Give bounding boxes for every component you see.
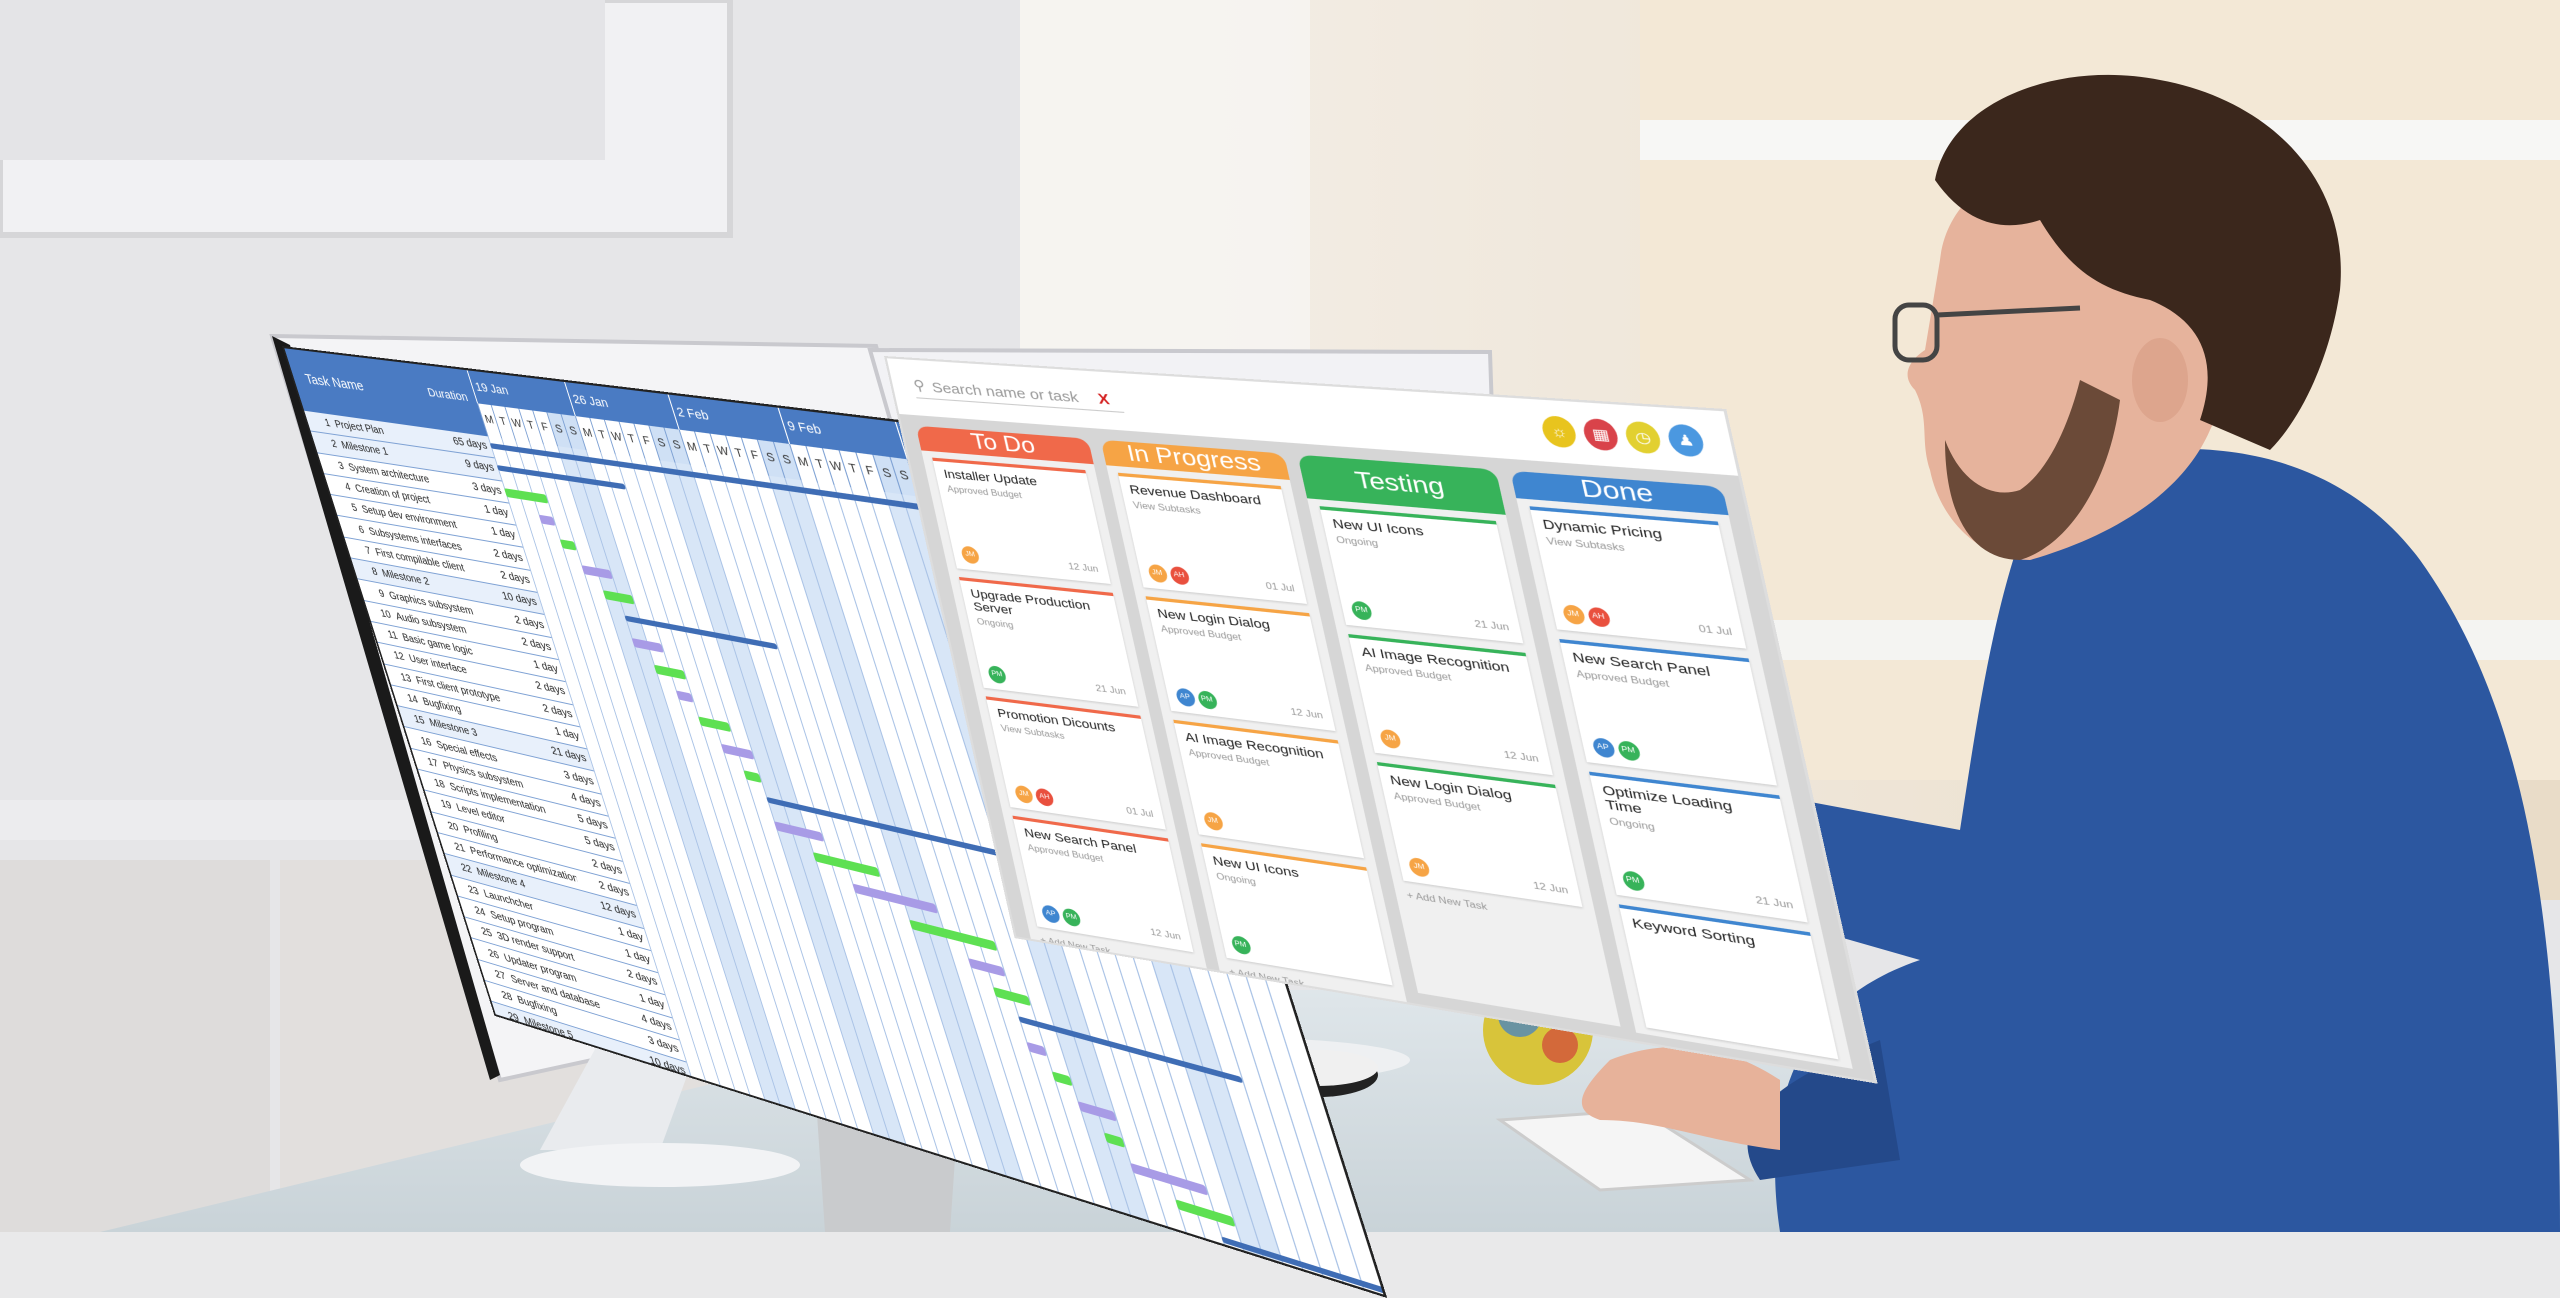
- card-date: 12 Jun: [1503, 749, 1540, 764]
- card-title: Keyword Sorting: [1631, 917, 1805, 957]
- card-date: 01 Jul: [1125, 806, 1154, 820]
- task-number: 1: [306, 415, 332, 430]
- task-card[interactable]: New Search Panel Approved Budget AP PM 12…: [1012, 816, 1192, 953]
- card-date: 21 Jun: [1095, 683, 1127, 697]
- clear-search-button[interactable]: X: [1096, 390, 1111, 407]
- task-number: 6: [339, 521, 366, 537]
- task-card[interactable]: New Login Dialog Approved Budget AP PM 12…: [1145, 596, 1336, 731]
- task-number: 16: [406, 732, 433, 749]
- task-number: 10: [366, 605, 393, 621]
- search-icon: ⚲: [912, 377, 927, 395]
- task-number: 7: [346, 542, 373, 558]
- task-number: 21: [440, 837, 467, 855]
- task-card[interactable]: Optimize Loading Time Ongoing PM 21 Jun: [1588, 772, 1807, 923]
- avatar[interactable]: PM: [1061, 907, 1082, 927]
- duration-header: Duration: [426, 386, 470, 404]
- task-number: 14: [393, 690, 420, 707]
- avatar[interactable]: JM: [1202, 811, 1224, 831]
- avatar[interactable]: PM: [987, 665, 1008, 684]
- calendar-icon[interactable]: ▦: [1581, 418, 1621, 452]
- task-number: 19: [426, 795, 453, 813]
- avatar[interactable]: AH: [1168, 566, 1190, 586]
- card-date: 21 Jun: [1473, 619, 1510, 633]
- avatar[interactable]: JM: [960, 546, 981, 565]
- avatar[interactable]: PM: [1196, 690, 1218, 710]
- task-card[interactable]: Dynamic Pricing View Subtasks JM AH 01 Ju…: [1529, 506, 1746, 648]
- avatar[interactable]: JM: [1014, 785, 1035, 805]
- lightbulb-icon[interactable]: ☼: [1539, 415, 1579, 449]
- card-date: 01 Jul: [1265, 581, 1296, 594]
- avatar[interactable]: AP: [1174, 687, 1196, 707]
- avatar[interactable]: PM: [1616, 740, 1641, 762]
- card-date: 12 Jun: [1532, 880, 1569, 896]
- avatar[interactable]: PM: [1620, 870, 1645, 892]
- user-icon[interactable]: ♟: [1665, 423, 1706, 457]
- clock-icon[interactable]: ◷: [1623, 421, 1664, 455]
- task-card[interactable]: New UI Icons Ongoing PM 21 Jun: [1320, 506, 1523, 643]
- task-number: 4: [326, 478, 352, 493]
- task-number: 5: [332, 500, 359, 515]
- task-number: 2: [312, 436, 338, 451]
- search-input[interactable]: ⚲ Search name or task X: [912, 377, 1125, 413]
- task-card[interactable]: Keyword Sorting: [1618, 904, 1838, 1059]
- task-number: 23: [453, 880, 480, 898]
- avatar[interactable]: AH: [1586, 606, 1611, 627]
- task-card[interactable]: New Login Dialog Approved Budget JM 12 J…: [1377, 762, 1582, 907]
- task-number: 15: [399, 711, 426, 728]
- task-number: 3: [319, 457, 345, 472]
- task-number: 18: [419, 774, 446, 791]
- task-card[interactable]: Upgrade Production Server Ongoing PM 21 …: [959, 577, 1138, 707]
- task-number: 17: [413, 753, 440, 770]
- card-date: 01 Jul: [1698, 623, 1734, 637]
- task-number: 9: [359, 584, 386, 600]
- card-date: 21 Jun: [1754, 895, 1794, 911]
- task-duration: 65 days: [436, 433, 493, 453]
- task-number: 8: [352, 563, 379, 579]
- task-card[interactable]: AI Image Recognition Approved Budget JM: [1173, 720, 1364, 859]
- avatar[interactable]: AP: [1591, 737, 1616, 759]
- task-card[interactable]: Revenue Dashboard View Subtasks JM AH 01 …: [1117, 473, 1307, 604]
- task-card[interactable]: Promotion Dicounts View Subtasks JM AH 01…: [986, 696, 1165, 829]
- card-date: 12 Jun: [1067, 561, 1099, 574]
- search-placeholder: Search name or task: [930, 379, 1080, 405]
- avatar[interactable]: PM: [1230, 935, 1252, 956]
- task-name-header: Task Name: [303, 371, 366, 394]
- task-number: 11: [373, 626, 400, 642]
- task-number: 12: [379, 647, 406, 663]
- avatar[interactable]: PM: [1350, 600, 1373, 620]
- avatar[interactable]: JM: [1407, 857, 1431, 878]
- task-card[interactable]: New Search Panel Approved Budget AP PM: [1559, 639, 1777, 786]
- avatar[interactable]: AP: [1040, 904, 1061, 924]
- card-date: 12 Jun: [1290, 707, 1325, 721]
- task-card[interactable]: New UI Icons Ongoing PM: [1200, 843, 1392, 985]
- avatar[interactable]: AH: [1034, 787, 1055, 807]
- card-date: 12 Jun: [1149, 927, 1182, 942]
- task-number: 13: [386, 668, 413, 685]
- task-number: 20: [433, 816, 460, 834]
- task-number: 22: [446, 859, 473, 877]
- task-card[interactable]: Installer Update Approved Budget JM 12 J…: [932, 458, 1110, 584]
- avatar[interactable]: JM: [1379, 729, 1402, 750]
- avatar[interactable]: JM: [1146, 564, 1168, 584]
- avatar[interactable]: JM: [1561, 604, 1586, 625]
- task-card[interactable]: AI Image Recognition Approved Budget JM …: [1348, 634, 1552, 775]
